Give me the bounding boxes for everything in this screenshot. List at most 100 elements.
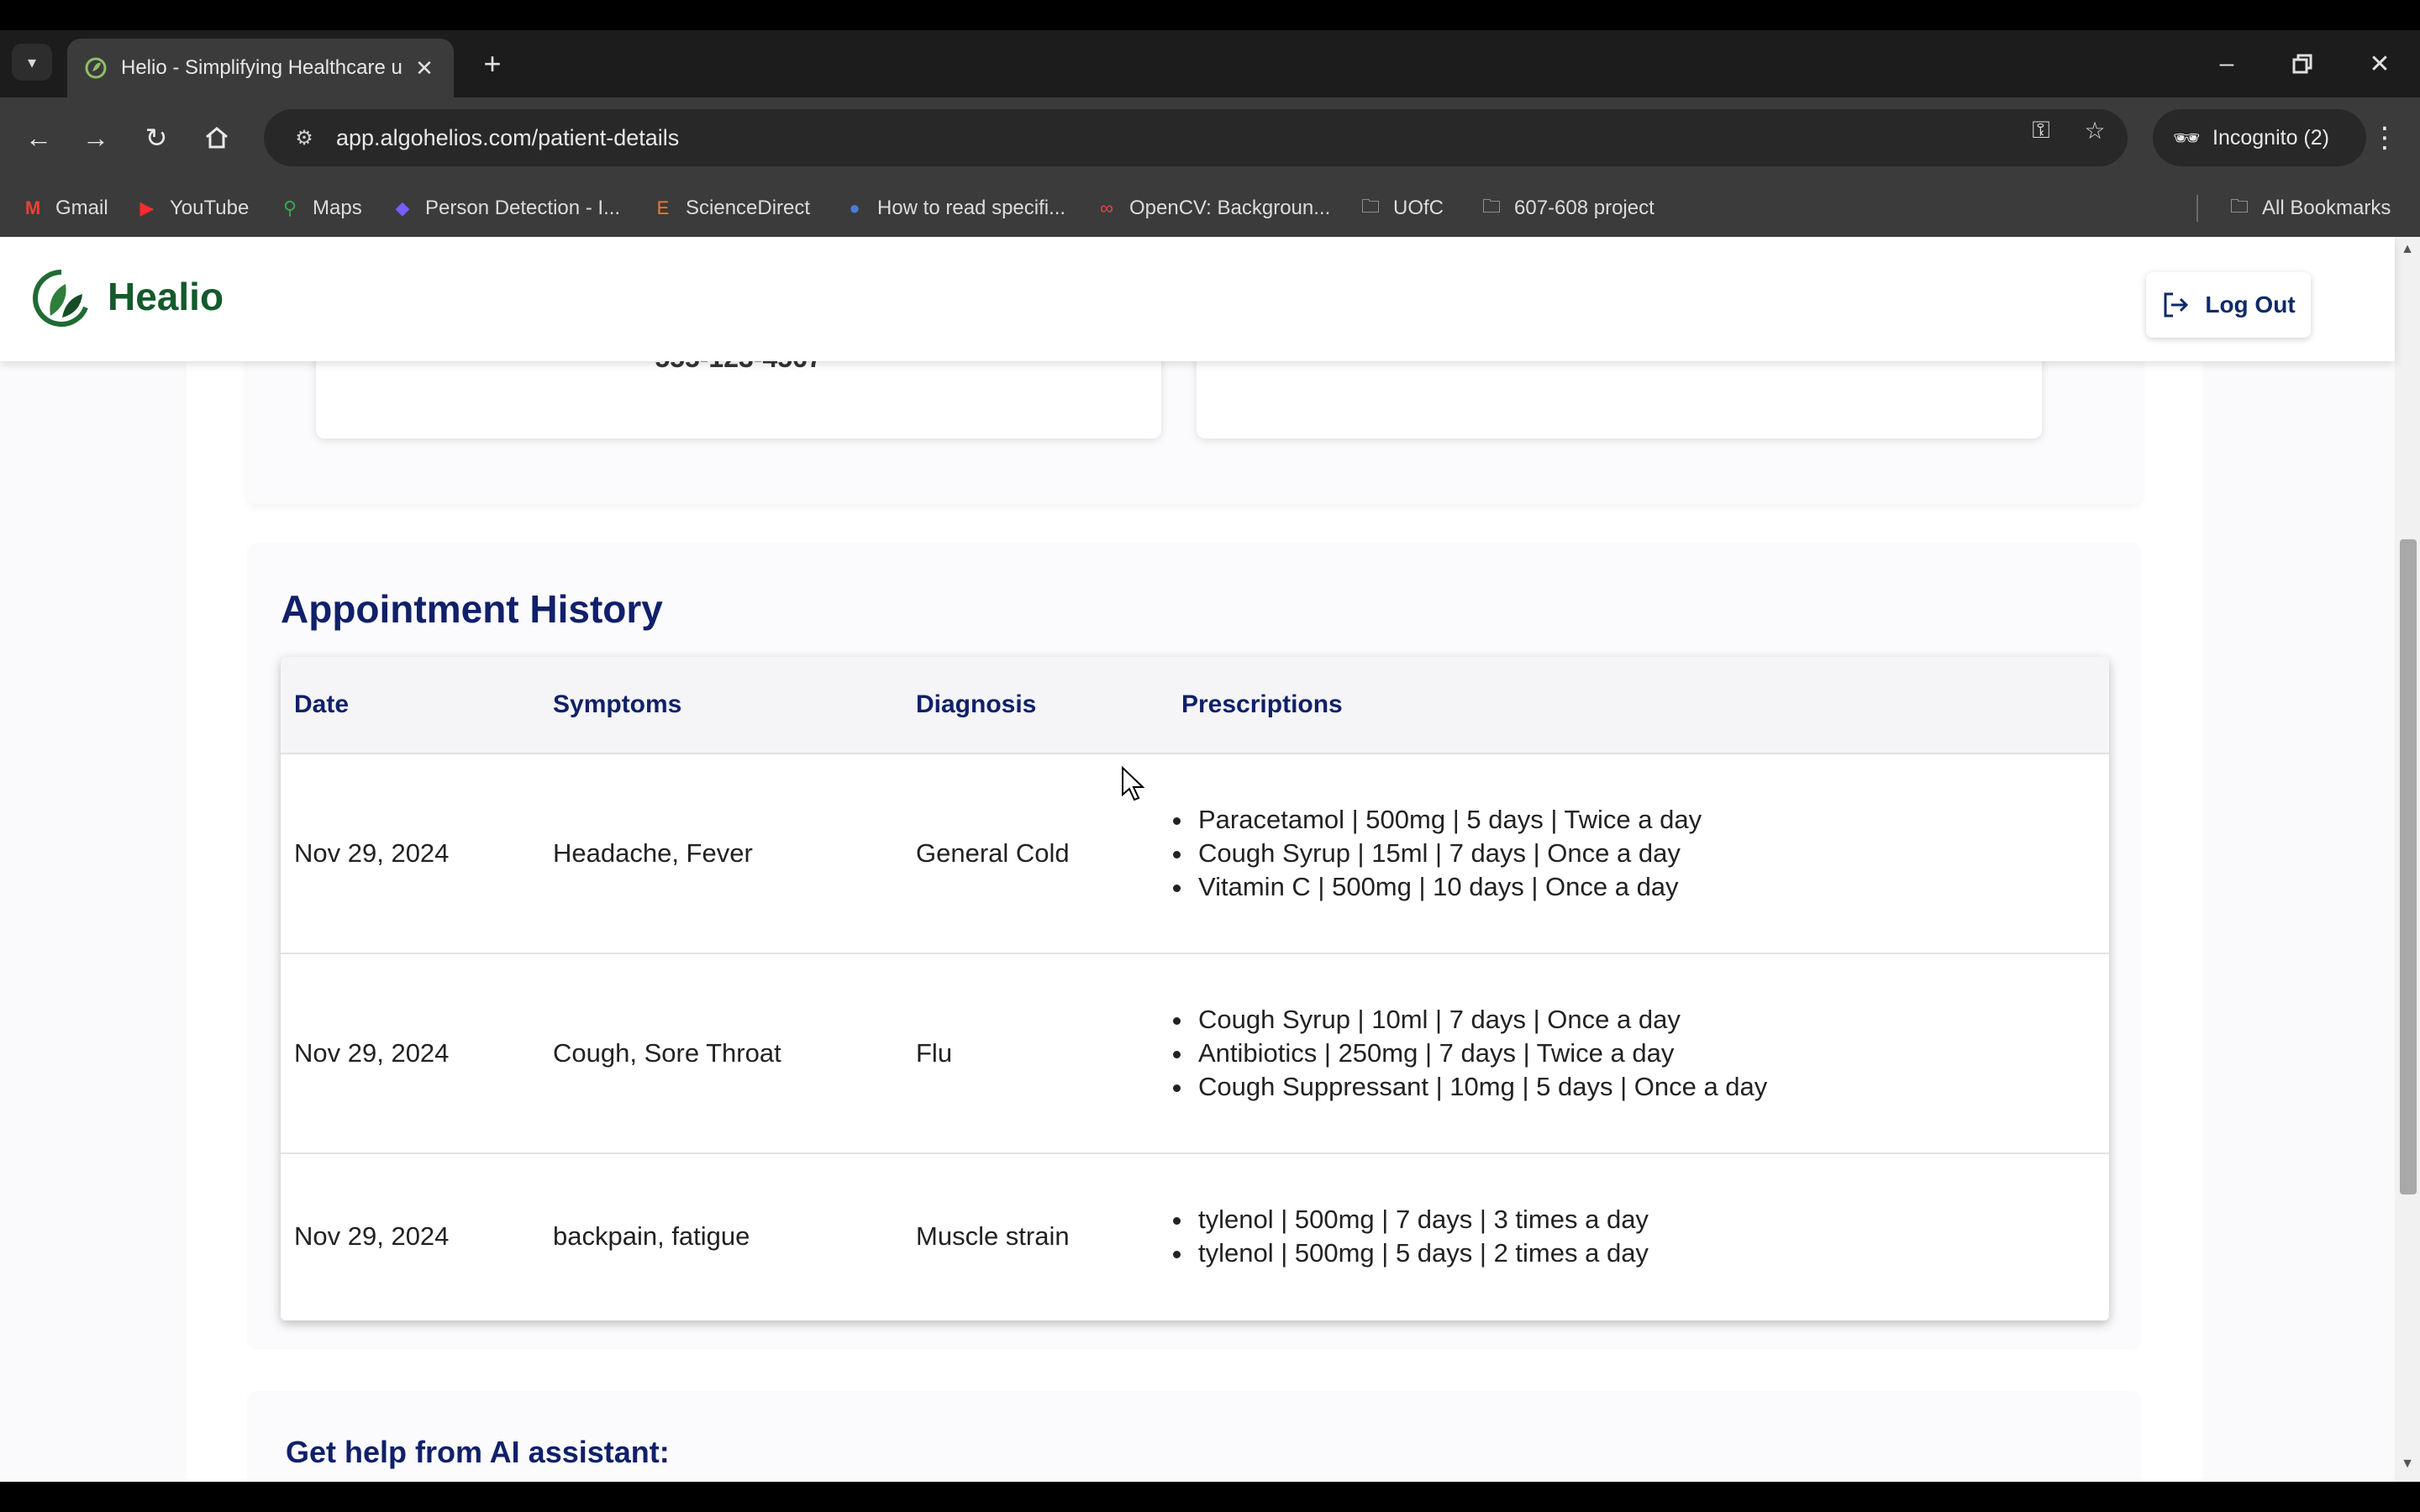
bookmark-label: YouTube (170, 197, 250, 219)
bookmark-sciencedirect[interactable]: E ScienceDirect (650, 193, 810, 223)
scroll-down-arrow-icon[interactable]: ▼ (2395, 1457, 2420, 1473)
restore-window-icon[interactable] (2277, 47, 2328, 81)
prescription-list: tylenol | 500mg | 7 days | 3 times a day… (1173, 1203, 1649, 1270)
reload-icon[interactable]: ↻ (136, 118, 176, 158)
row-symptoms: Cough, Sore Throat (553, 1038, 781, 1068)
prescription-list: Cough Syrup | 10ml | 7 days | Once a day… (1173, 1003, 1767, 1104)
incognito-badge[interactable]: 🕶 Incognito (2) (2153, 109, 2366, 166)
bookmark-favicon: ● (849, 197, 860, 218)
app-header: Healio Log Out (0, 237, 2395, 361)
prescription-item: Paracetamol | 500mg | 5 days | Twice a d… (1173, 803, 1702, 837)
home-icon[interactable] (197, 118, 237, 158)
column-header-symptoms: Symptoms (553, 690, 682, 718)
browser-tab-strip: ▾ Helio - Simplifying Healthcare u ✕ + –… (0, 30, 2420, 97)
restore-squares-icon (2292, 54, 2312, 74)
row-diagnosis: General Cold (916, 838, 1070, 868)
bookmark-how-to-read[interactable]: ● How to read specifi... (842, 193, 1065, 223)
row-date: Nov 29, 2024 (294, 838, 450, 868)
browser-toolbar: ← → ↻ ⚙ app.algohelios.com/patient-detai… (0, 97, 2420, 178)
browser-menu-icon[interactable]: ⋮ (2368, 118, 2402, 158)
main-content: 555-123-4567 Appointment History Date Sy… (187, 237, 2203, 1482)
bookmark-person-detection[interactable]: ◆ Person Detection - I... (390, 193, 621, 223)
site-info-icon[interactable]: ⚙ (289, 123, 319, 153)
folder-icon: 🗀 (1360, 196, 1380, 217)
bookmarks-divider (2196, 195, 2198, 222)
scrollbar-thumb[interactable] (2400, 539, 2417, 1194)
gmail-icon: M (24, 197, 41, 218)
prescription-item: tylenol | 500mg | 5 days | 2 times a day (1173, 1236, 1649, 1270)
row-date: Nov 29, 2024 (294, 1221, 450, 1251)
bookmark-label: OpenCV: Backgroun... (1129, 197, 1331, 219)
sciencedirect-icon: E (656, 197, 670, 218)
bookmark-youtube[interactable]: ▶ YouTube (134, 193, 250, 223)
row-date: Nov 29, 2024 (294, 1038, 450, 1068)
bookmark-star-icon[interactable]: ☆ (2074, 109, 2116, 151)
ai-assistant-title: Get help from AI assistant: (286, 1435, 670, 1469)
prescription-item: Cough Syrup | 10ml | 7 days | Once a day (1173, 1003, 1767, 1037)
mouse-cursor-icon (1122, 766, 1145, 801)
row-diagnosis: Flu (916, 1038, 953, 1068)
bookmark-label: 607-608 project (1514, 197, 1655, 219)
tab-search-chevron-icon[interactable]: ▾ (12, 44, 52, 81)
bookmark-maps[interactable]: ⚲ Maps (277, 193, 362, 223)
bookmark-label: ScienceDirect (686, 197, 811, 219)
table-header: Date Symptoms Diagnosis Prescriptions (281, 657, 2109, 754)
bookmark-label: Person Detection - I... (425, 197, 621, 219)
prescription-item: tylenol | 500mg | 7 days | 3 times a day (1173, 1203, 1649, 1236)
folder-icon: 🗀 (2229, 196, 2249, 217)
row-symptoms: backpain, fatigue (553, 1221, 750, 1251)
scroll-up-arrow-icon[interactable]: ▲ (2395, 242, 2420, 259)
appointment-table: Date Symptoms Diagnosis Prescriptions No… (281, 657, 2109, 1320)
bookmark-label: How to read specifi... (877, 197, 1066, 219)
all-bookmarks-button[interactable]: 🗀 All Bookmarks (2227, 193, 2391, 223)
bookmark-gmail[interactable]: M Gmail (20, 193, 108, 223)
minimize-window-icon[interactable]: – (2202, 47, 2252, 81)
folder-icon: 🗀 (1481, 196, 1501, 217)
maps-icon: ⚲ (282, 197, 297, 218)
tab-close-icon[interactable]: ✕ (412, 55, 437, 81)
password-key-icon[interactable]: ⚿ (2020, 109, 2062, 151)
tab-title: Helio - Simplifying Healthcare u (121, 56, 402, 79)
bookmark-folder-project[interactable]: 🗀 607-608 project (1479, 193, 1655, 223)
prescription-item: Cough Suppressant | 10mg | 5 days | Once… (1173, 1070, 1767, 1104)
row-diagnosis: Muscle strain (916, 1221, 1070, 1251)
appointment-history-title: Appointment History (281, 587, 663, 631)
page-viewport: 555-123-4567 Appointment History Date Sy… (0, 237, 2420, 1482)
bookmark-opencv[interactable]: ∞ OpenCV: Backgroun... (1094, 193, 1330, 223)
browser-tab-active[interactable]: Helio - Simplifying Healthcare u ✕ (67, 39, 454, 97)
home-house-icon (206, 127, 228, 149)
screen-top-edge (0, 0, 2420, 30)
logout-button[interactable]: Log Out (2146, 272, 2311, 338)
close-window-icon[interactable]: ✕ (2354, 47, 2405, 81)
healio-logo-icon[interactable] (29, 265, 94, 331)
column-header-diagnosis: Diagnosis (916, 690, 1037, 718)
row-symptoms: Headache, Fever (553, 838, 753, 868)
all-bookmarks-label: All Bookmarks (2262, 197, 2391, 219)
address-bar[interactable]: ⚙ app.algohelios.com/patient-details (264, 109, 2128, 166)
brand-name[interactable]: Healio (108, 274, 224, 319)
ai-assistant-panel: Get help from AI assistant: (247, 1391, 2141, 1482)
youtube-icon: ▶ (139, 197, 155, 218)
new-tab-plus-icon[interactable]: + (476, 46, 509, 81)
logout-label: Log Out (2205, 291, 2296, 318)
bookmark-favicon: ◆ (395, 197, 410, 218)
forward-arrow-icon[interactable]: → (76, 118, 116, 158)
back-arrow-icon[interactable]: ← (18, 118, 59, 158)
bookmark-label: Gmail (55, 197, 108, 219)
incognito-label: Incognito (2) (2212, 125, 2329, 150)
bookmark-label: Maps (313, 197, 362, 219)
bookmark-folder-uofc[interactable]: 🗀 UOfC (1358, 193, 1444, 223)
opencv-icon: ∞ (1100, 197, 1113, 218)
bookmark-label: UOfC (1393, 197, 1444, 219)
incognito-icon: 🕶 (2173, 124, 2202, 150)
healio-favicon-icon (85, 57, 107, 79)
prescription-list: Paracetamol | 500mg | 5 days | Twice a d… (1173, 803, 1702, 904)
prescription-item: Antibiotics | 250mg | 7 days | Twice a d… (1173, 1037, 1767, 1070)
table-row: Nov 29, 2024 backpain, fatigue Muscle st… (281, 1154, 2109, 1320)
prescription-item: Vitamin C | 500mg | 10 days | Once a day (1173, 870, 1702, 904)
table-row: Nov 29, 2024 Headache, Fever General Col… (281, 754, 2109, 954)
page-scrollbar[interactable]: ▲ ▼ (2395, 237, 2420, 1482)
table-row: Nov 29, 2024 Cough, Sore Throat Flu Coug… (281, 954, 2109, 1154)
column-header-prescriptions: Prescriptions (1181, 690, 1343, 718)
screen-bottom-edge (0, 1482, 2420, 1512)
